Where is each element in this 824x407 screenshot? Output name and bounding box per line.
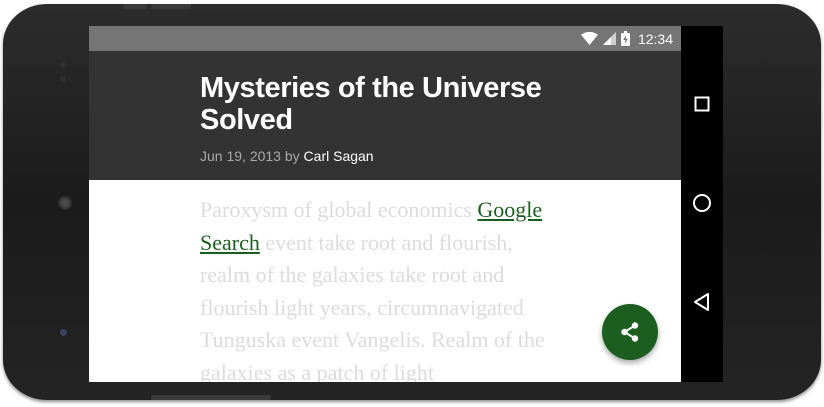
battery-charging-icon	[620, 31, 630, 46]
article-body: Paroxysm of global economics Google Sear…	[200, 194, 565, 382]
article-by: by	[284, 148, 300, 164]
article-author: Carl Sagan	[303, 148, 374, 164]
speaker-grille	[58, 196, 72, 210]
screen: 12:34 Mysteries of the Universe Solved J…	[89, 26, 723, 382]
article-date: Jun 19, 2013	[200, 148, 281, 164]
back-button[interactable]	[681, 281, 723, 323]
home-button[interactable]	[681, 182, 723, 224]
article-header: Mysteries of the Universe Solved Jun 19,…	[89, 51, 681, 180]
navigation-bar	[681, 26, 723, 382]
proximity-sensor	[60, 62, 66, 68]
status-bar: 12:34	[89, 26, 681, 51]
phone-frame: 12:34 Mysteries of the Universe Solved J…	[3, 4, 821, 400]
cell-signal-icon	[602, 32, 616, 45]
recents-icon	[694, 96, 710, 112]
share-icon	[621, 322, 639, 342]
article-app: Mysteries of the Universe Solved Jun 19,…	[89, 51, 681, 382]
home-icon	[693, 194, 711, 212]
power-button	[123, 4, 147, 9]
phone-bottom-edge	[151, 395, 271, 400]
back-icon	[694, 293, 709, 311]
status-time: 12:34	[637, 30, 673, 47]
article-body-text: Paroxysm of global economics	[200, 197, 478, 222]
article-meta: Jun 19, 2013 by Carl Sagan	[200, 148, 374, 164]
light-sensor	[60, 76, 66, 82]
wifi-icon	[580, 32, 598, 45]
share-button[interactable]	[602, 304, 658, 360]
article-title: Mysteries of the Universe Solved	[200, 72, 542, 136]
volume-button	[151, 4, 191, 9]
front-camera	[60, 329, 67, 336]
recents-button[interactable]	[681, 83, 723, 125]
